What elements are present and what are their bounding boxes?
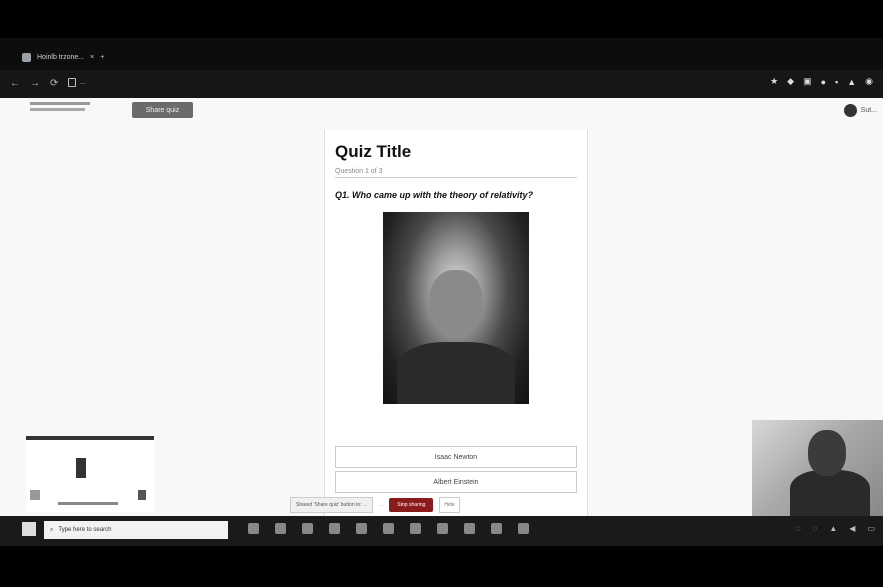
avatar [843,104,857,117]
app-icon[interactable] [329,523,340,534]
thumbnail-bar [58,502,118,505]
system-tray: ◌ ◌ ▲ ◀ ▭ [796,524,875,533]
reload-icon[interactable]: ⟳ [50,78,58,89]
einstein-portrait-image [383,212,529,404]
extension-icon[interactable]: ▪ [835,77,838,87]
start-menu-icon[interactable] [22,522,36,536]
address-bar-row [0,70,883,98]
portrait-face [429,270,483,336]
top-black-band [0,0,883,38]
share-quiz-button[interactable]: Share quiz [132,102,193,118]
browser-tab[interactable]: Hoinlb trzone... × + [22,48,104,66]
answer-option[interactable]: Isaac Newton [335,446,577,468]
app-icon[interactable] [410,523,421,534]
thumbnail-image [76,458,86,478]
user-name: Sut... [860,107,877,114]
app-icon[interactable] [491,523,502,534]
nav-buttons: ← → ⟳ [10,78,58,89]
forward-arrow-icon[interactable]: → [30,78,40,89]
browser-tab-strip [0,38,883,70]
url-text: ... [80,79,86,86]
app-icon[interactable] [437,523,448,534]
volume-icon[interactable]: ◀ [849,524,855,533]
app-icon[interactable] [383,523,394,534]
back-arrow-icon[interactable]: ← [10,78,20,89]
lock-icon [68,78,76,87]
tab-title: Hoinlb trzone... [37,53,85,61]
info-line [30,102,90,105]
bottom-black-band [0,546,883,587]
bookmark-star-icon[interactable]: ★ [770,76,778,87]
url-field[interactable]: ... [68,78,86,87]
share-status-text: Shared 'Share quiz' button to: ... [290,497,374,513]
slide-thumbnail[interactable] [26,436,154,512]
extension-icon[interactable]: ▲ [847,77,856,87]
app-icon[interactable] [464,523,475,534]
search-placeholder: Type here to search [58,527,112,533]
screen-share-bar: Shared 'Share quiz' button to: ... ... S… [290,497,460,513]
thumbnail-avatar [30,490,40,500]
answer-option[interactable]: Albert Einstein [335,471,577,493]
taskbar-search-input[interactable]: ⌕ Type here to search [44,521,228,539]
taskbar-apps [248,523,529,534]
tray-icon[interactable]: ◌ [813,524,818,533]
stop-sharing-button[interactable]: Stop sharing [389,498,434,512]
tray-icon[interactable]: ◌ [796,524,801,533]
webcam-person-head [808,430,846,476]
extension-icons: ★ ◆ ▣ ● ▪ ▲ ◉ [770,76,873,87]
portrait-body [397,342,515,404]
hide-button[interactable]: Hide [439,497,460,513]
search-icon: ⌕ [50,526,54,533]
profile-icon[interactable]: ◉ [865,76,873,87]
question-text: Q1. Who came up with the theory of relat… [335,190,534,200]
extension-icon[interactable]: ▣ [803,76,812,87]
tab-close-icon[interactable]: × [90,54,94,61]
app-icon[interactable] [356,523,367,534]
task-view-icon[interactable] [248,523,259,534]
thumbnail-avatar [138,490,146,500]
extension-icon[interactable]: ● [821,77,826,87]
new-tab-icon[interactable]: + [100,54,104,61]
quiz-title: Quiz Title [335,142,412,161]
page-info [30,102,90,111]
user-menu[interactable]: Sut... [843,104,877,117]
share-link[interactable]: ... [379,502,383,508]
notification-icon[interactable]: ▭ [867,524,875,533]
tab-favicon-icon [22,52,31,62]
app-icon[interactable] [302,523,313,534]
chrome-icon[interactable] [518,523,529,534]
webcam-person-body [790,470,870,516]
info-line [30,108,85,111]
app-icon[interactable] [275,523,286,534]
network-icon[interactable]: ▲ [829,524,837,533]
divider [335,177,577,178]
extension-icon[interactable]: ◆ [787,76,794,87]
quiz-subtitle: Question 1 of 3 [335,168,383,175]
